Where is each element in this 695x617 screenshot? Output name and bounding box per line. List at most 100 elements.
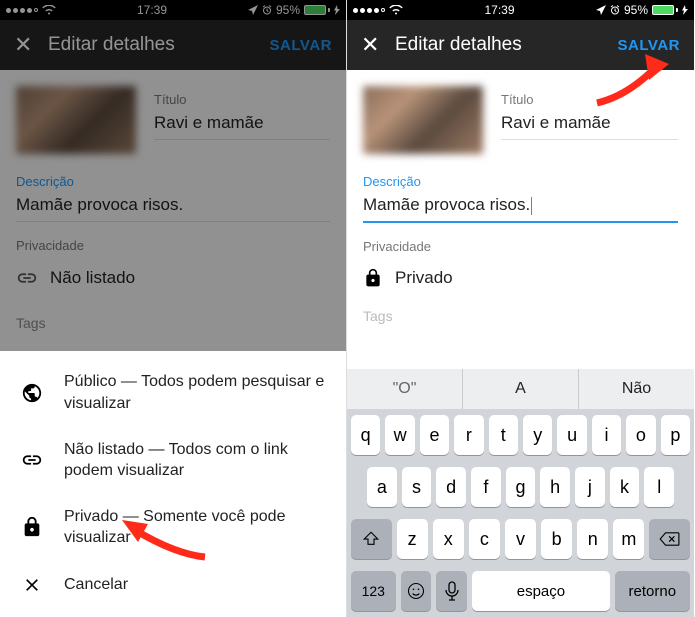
key-d[interactable]: d [436, 467, 466, 507]
keyboard-row-3: z x c v b n m [347, 513, 694, 565]
suggestion-3[interactable]: Não [579, 369, 694, 409]
keyboard-row-4: 123 espaço retorno [347, 565, 694, 617]
text-cursor [531, 197, 532, 215]
content-area: Título Ravi e mamãe Descrição Mamãe prov… [347, 70, 694, 332]
battery-icon [304, 5, 330, 15]
key-q[interactable]: q [351, 415, 380, 455]
key-123[interactable]: 123 [351, 571, 396, 611]
key-return[interactable]: retorno [615, 571, 690, 611]
location-icon [248, 5, 258, 15]
suggestion-1[interactable]: "O" [347, 369, 463, 409]
description-label: Descrição [363, 174, 678, 189]
status-bar: 17:39 95% [0, 0, 346, 20]
mic-icon [445, 581, 459, 601]
key-t[interactable]: t [489, 415, 518, 455]
nav-bar: ✕ Editar detalhes SALVAR [0, 20, 346, 70]
battery-icon [652, 5, 678, 15]
link-icon [16, 267, 38, 289]
signal-dots [353, 8, 385, 13]
key-h[interactable]: h [540, 467, 570, 507]
key-emoji[interactable] [401, 571, 432, 611]
screen-left: 17:39 95% ✕ Editar detalhes SALVAR Títul… [0, 0, 347, 617]
key-l[interactable]: l [644, 467, 674, 507]
key-a[interactable]: a [367, 467, 397, 507]
key-u[interactable]: u [557, 415, 586, 455]
key-g[interactable]: g [506, 467, 536, 507]
sheet-cancel-text: Cancelar [64, 574, 128, 596]
key-k[interactable]: k [610, 467, 640, 507]
tags-label: Tags [347, 300, 694, 332]
backspace-icon [659, 531, 681, 547]
key-y[interactable]: y [523, 415, 552, 455]
keyboard: "O" A Não q w e r t y u i o p a s d f g … [347, 369, 694, 617]
privacy-selector[interactable]: Privado [363, 260, 678, 296]
sheet-option-public[interactable]: Público — Todos podem pesquisar e visual… [0, 359, 346, 426]
key-backspace[interactable] [649, 519, 689, 559]
globe-icon [21, 382, 43, 404]
keyboard-row-1: q w e r t y u i o p [347, 409, 694, 461]
privacy-value: Privado [395, 268, 453, 288]
sheet-private-text: Privado — Somente você pode visualizar [64, 506, 326, 549]
key-p[interactable]: p [661, 415, 690, 455]
lock-icon [363, 268, 383, 288]
charging-icon [334, 5, 340, 15]
sheet-option-private[interactable]: Privado — Somente você pode visualizar [0, 494, 346, 561]
key-x[interactable]: x [433, 519, 464, 559]
title-label: Título [501, 92, 678, 107]
key-m[interactable]: m [613, 519, 644, 559]
sheet-unlisted-text: Não listado — Todos com o link podem vis… [64, 439, 326, 482]
key-w[interactable]: w [385, 415, 414, 455]
nav-title: Editar detalhes [42, 34, 270, 56]
key-v[interactable]: v [505, 519, 536, 559]
status-bar: 17:39 95% [347, 0, 694, 20]
key-s[interactable]: s [402, 467, 432, 507]
video-thumbnail[interactable] [16, 86, 136, 154]
description-label: Descrição [16, 174, 330, 189]
key-e[interactable]: e [420, 415, 449, 455]
key-n[interactable]: n [577, 519, 608, 559]
lock-icon [21, 516, 43, 538]
sheet-option-unlisted[interactable]: Não listado — Todos com o link podem vis… [0, 427, 346, 494]
nav-bar: ✕ Editar detalhes SALVAR [347, 20, 694, 70]
key-mic[interactable] [436, 571, 467, 611]
key-j[interactable]: j [575, 467, 605, 507]
signal-dots [6, 8, 38, 13]
keyboard-suggestions: "O" A Não [347, 369, 694, 409]
close-button[interactable]: ✕ [361, 32, 389, 58]
status-time: 17:39 [484, 3, 514, 17]
title-input[interactable]: Ravi e mamãe [154, 113, 330, 140]
battery-pct: 95% [276, 3, 300, 17]
sheet-public-text: Público — Todos podem pesquisar e visual… [64, 371, 326, 414]
key-b[interactable]: b [541, 519, 572, 559]
key-o[interactable]: o [626, 415, 655, 455]
suggestion-2[interactable]: A [463, 369, 579, 409]
key-f[interactable]: f [471, 467, 501, 507]
close-button[interactable]: ✕ [14, 32, 42, 58]
nav-title: Editar detalhes [389, 34, 618, 56]
key-r[interactable]: r [454, 415, 483, 455]
charging-icon [682, 5, 688, 15]
key-i[interactable]: i [592, 415, 621, 455]
wifi-icon [389, 5, 403, 15]
keyboard-row-2: a s d f g h j k l [347, 461, 694, 513]
privacy-label: Privacidade [16, 238, 330, 253]
privacy-label: Privacidade [363, 239, 678, 254]
key-c[interactable]: c [469, 519, 500, 559]
privacy-selector[interactable]: Não listado [16, 259, 330, 297]
location-icon [596, 5, 606, 15]
save-button[interactable]: SALVAR [270, 37, 332, 54]
privacy-value: Não listado [50, 268, 135, 288]
screen-right: 17:39 95% ✕ Editar detalhes SALVAR Títul… [347, 0, 694, 617]
sheet-cancel[interactable]: Cancelar [0, 561, 346, 609]
description-input[interactable]: Mamãe provoca risos. [363, 195, 678, 223]
key-shift[interactable] [351, 519, 391, 559]
title-input[interactable]: Ravi e mamãe [501, 113, 678, 140]
tags-label: Tags [0, 301, 346, 339]
description-input[interactable]: Mamãe provoca risos. [16, 195, 330, 222]
key-z[interactable]: z [397, 519, 428, 559]
key-space[interactable]: espaço [472, 571, 609, 611]
video-thumbnail[interactable] [363, 86, 483, 154]
battery-pct: 95% [624, 3, 648, 17]
save-button[interactable]: SALVAR [618, 37, 680, 54]
alarm-icon [262, 5, 272, 15]
